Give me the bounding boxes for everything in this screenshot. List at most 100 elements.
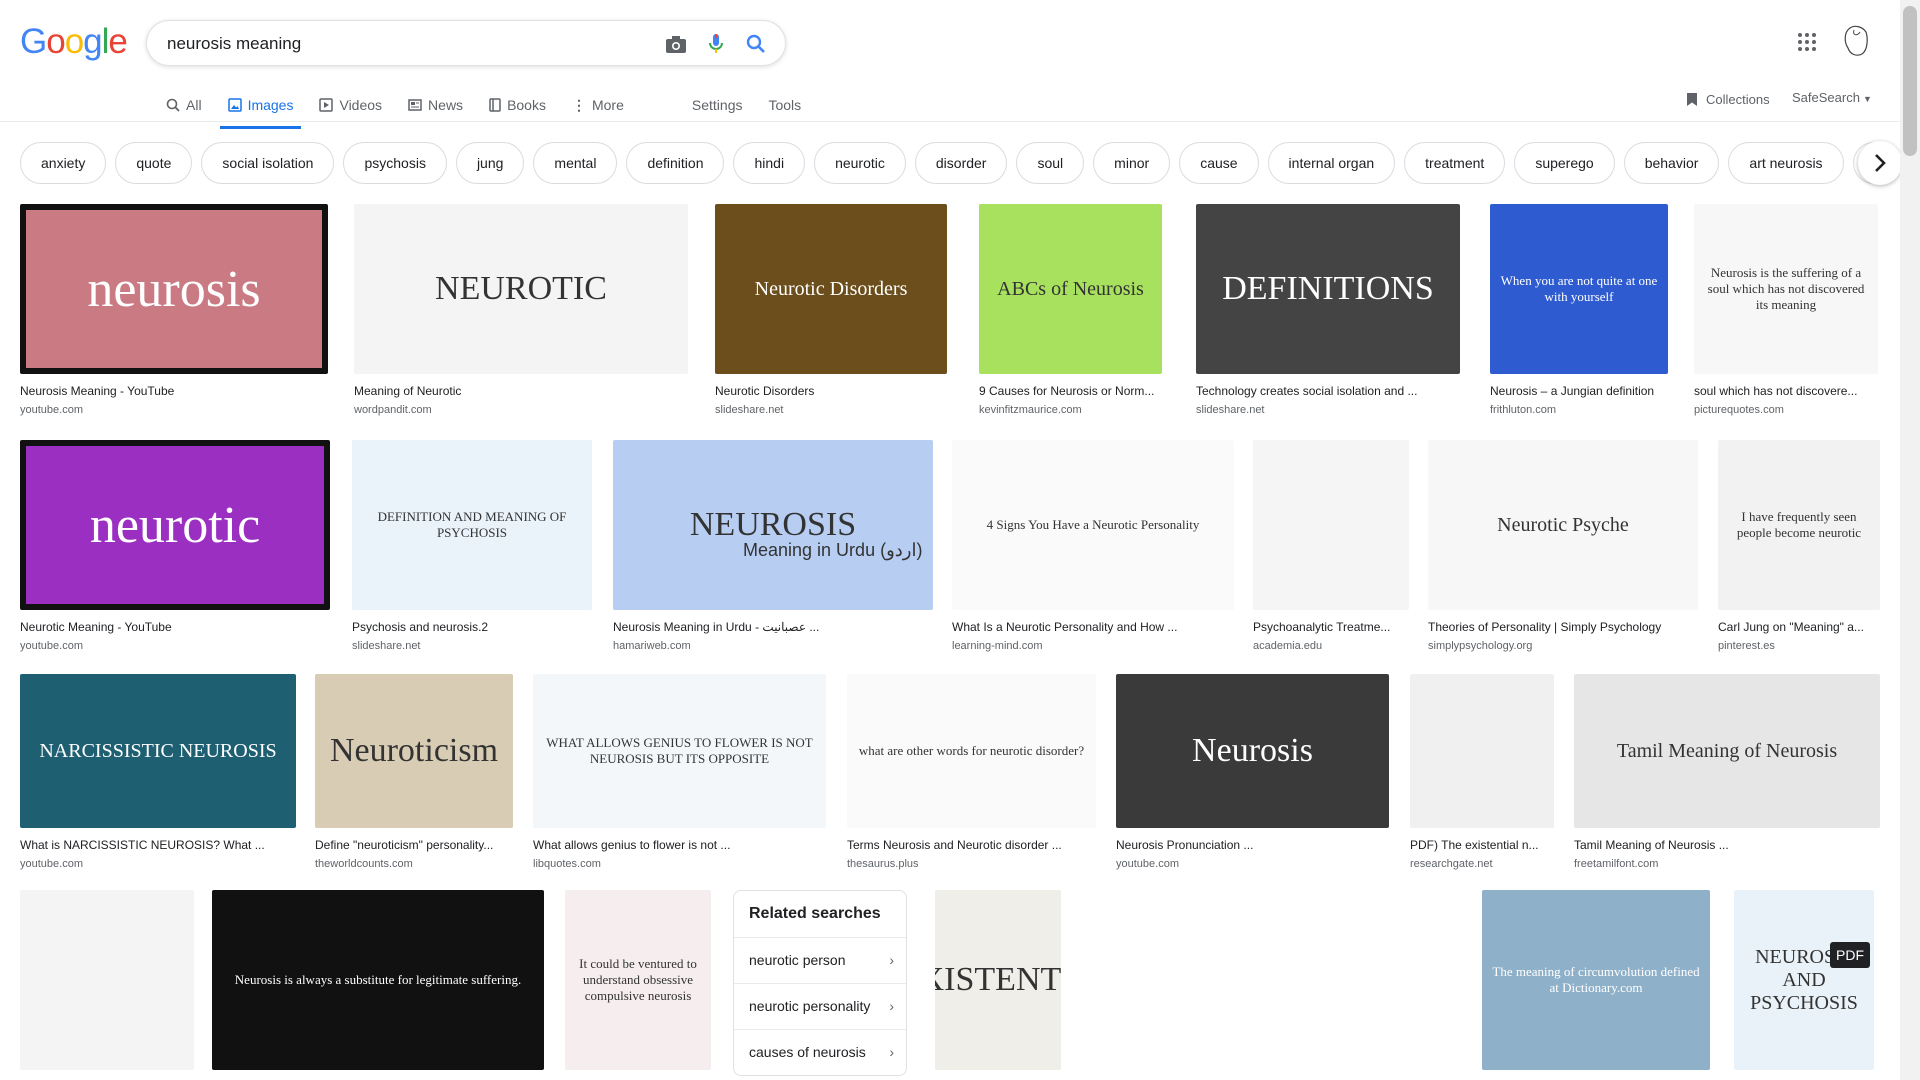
result-title[interactable]: soul which has not discovere... [1694,384,1878,398]
result-source: simplypsychology.org [1428,640,1533,652]
result-title[interactable]: Theories of Personality | Simply Psychol… [1428,620,1698,634]
chip-internal-organ[interactable]: internal organ [1267,142,1396,184]
result-thumbnail[interactable]: The meaning of circumvolution defined at… [1482,890,1710,1070]
tab-tools[interactable]: Tools [768,90,801,120]
result-thumbnail[interactable]: NARCISSISTIC NEUROSIS [20,674,296,828]
chip-neurotic[interactable]: neurotic [814,142,906,184]
result-thumbnail[interactable]: 4 Signs You Have a Neurotic Personality [952,440,1234,610]
chip-treatment[interactable]: treatment [1404,142,1506,184]
tab-books[interactable]: Books [489,90,546,120]
result-thumbnail[interactable]: Neurosis is the suffering of a soul whic… [1694,204,1878,374]
result-source: youtube.com [1116,858,1179,870]
result-thumbnail[interactable]: When you are not quite at one with yours… [1490,204,1668,374]
tab-more[interactable]: ⋮ More [572,90,624,120]
result-title[interactable]: Terms Neurosis and Neurotic disorder ... [847,838,1096,852]
result-title[interactable]: Neurosis Pronunciation ... [1116,838,1389,852]
chip-cause[interactable]: cause [1179,142,1259,184]
result-title[interactable]: Tamil Meaning of Neurosis ... [1574,838,1880,852]
apps-grid-icon[interactable] [1795,30,1819,59]
search-input[interactable]: neurosis meaning [167,34,301,54]
result-title[interactable]: Psychosis and neurosis.2 [352,620,592,634]
result-thumbnail[interactable] [20,890,194,1070]
chip-minor[interactable]: minor [1093,142,1171,184]
chip-behavior[interactable]: behavior [1623,142,1720,184]
thumbnail-text: It could be ventured to understand obses… [579,956,697,1003]
result-thumbnail[interactable]: I have frequently seen people become neu… [1718,440,1880,610]
result-thumbnail[interactable]: EXISTENTIA [935,890,1061,1070]
chips-next-button[interactable] [1858,141,1902,185]
result-title[interactable]: Psychoanalytic Treatme... [1253,620,1409,634]
tab-news[interactable]: News [408,90,463,120]
logo-letter: e [108,22,127,61]
result-thumbnail[interactable]: Neurosis [1116,674,1389,828]
result-title[interactable]: Neurotic Meaning - YouTube [20,620,330,634]
result-thumbnail[interactable]: DEFINITIONS [1196,204,1460,374]
thumbnail-text: When you are not quite at one with yours… [1500,273,1658,304]
result-thumbnail[interactable]: NEUROSIS AND PSYCHOSIS PDF [1734,890,1874,1070]
related-search-label: neurotic personality [749,998,871,1014]
chip-anxiety[interactable]: anxiety [20,142,107,184]
chip-superego[interactable]: superego [1514,142,1615,184]
page-scrollbar[interactable] [1900,0,1920,1080]
result-thumbnail[interactable] [1253,440,1409,610]
chip-mental[interactable]: mental [533,142,618,184]
chip-definition[interactable]: definition [626,142,725,184]
related-search-item[interactable]: neurotic personality › [734,983,906,1029]
result-thumbnail[interactable]: DEFINITION AND MEANING OF PSYCHOSIS [352,440,592,610]
result-thumbnail[interactable]: what are other words for neurotic disord… [847,674,1096,828]
chip-psychosis[interactable]: psychosis [343,142,447,184]
search-box[interactable]: neurosis meaning [146,20,786,66]
avatar[interactable] [1840,24,1872,58]
result-thumbnail[interactable]: neurotic [20,440,330,610]
result-thumbnail[interactable] [1410,674,1554,828]
collections-link[interactable]: Collections [1686,90,1770,108]
result-thumbnail[interactable]: neurosis [20,204,328,374]
thumbnail-text: Neuroticism [329,732,499,769]
result-thumbnail[interactable] [1096,890,1460,1070]
result-thumbnail[interactable]: ABCs of Neurosis [979,204,1162,374]
result-title[interactable]: PDF) The existential n... [1410,838,1554,852]
result-title[interactable]: Meaning of Neurotic [354,384,688,398]
result-source: wordpandit.com [354,404,432,416]
result-title[interactable]: Neurosis – a Jungian definition [1490,384,1668,398]
related-search-item[interactable]: neurotic person › [734,937,906,983]
camera-icon[interactable] [663,31,689,57]
tab-settings[interactable]: Settings [692,90,743,120]
chip-disorder[interactable]: disorder [914,142,1008,184]
google-logo[interactable]: Google [20,22,128,62]
result-thumbnail[interactable]: Tamil Meaning of Neurosis [1574,674,1880,828]
result-title[interactable]: Neurosis Meaning in Urdu - عصبانیت ... [613,620,933,634]
result-title[interactable]: 9 Causes for Neurosis or Norm... [979,384,1162,398]
chip-art-neurosis[interactable]: art neurosis [1728,142,1844,184]
tab-all[interactable]: All [166,90,202,120]
result-thumbnail[interactable]: NEUROSIS Meaning in Urdu (اردو) [613,440,933,610]
search-icon[interactable] [743,31,769,57]
result-title[interactable]: Neurosis Meaning - YouTube [20,384,328,398]
tab-videos[interactable]: Videos [319,90,382,120]
safesearch-menu[interactable]: SafeSearch ▼ [1792,90,1872,105]
result-thumbnail[interactable]: Neurosis is always a substitute for legi… [212,890,544,1070]
related-search-item[interactable]: causes of neurosis › [734,1029,906,1075]
result-title[interactable]: What is NARCISSISTIC NEUROSIS? What ... [20,838,296,852]
result-thumbnail[interactable]: Neurotic Disorders [715,204,947,374]
chip-soul[interactable]: soul [1016,142,1085,184]
result-title[interactable]: What Is a Neurotic Personality and How .… [952,620,1234,634]
result-thumbnail[interactable]: It could be ventured to understand obses… [565,890,711,1070]
chip-jung[interactable]: jung [455,142,525,184]
result-thumbnail[interactable]: Neurotic Psyche [1428,440,1698,610]
chip-hindi[interactable]: hindi [733,142,806,184]
result-title[interactable]: Technology creates social isolation and … [1196,384,1460,398]
chip-social-isolation[interactable]: social isolation [201,142,335,184]
safesearch-label: SafeSearch [1792,90,1860,105]
tab-images[interactable]: Images [219,90,302,129]
result-thumbnail[interactable]: Neuroticism [315,674,513,828]
chip-quote[interactable]: quote [115,142,193,184]
result-thumbnail[interactable]: NEUROTIC [354,204,688,374]
result-title[interactable]: Neurotic Disorders [715,384,947,398]
result-title[interactable]: Carl Jung on "Meaning" a... [1718,620,1880,634]
result-title[interactable]: What allows genius to flower is not ... [533,838,826,852]
result-title[interactable]: Define "neuroticism" personality... [315,838,513,852]
result-thumbnail[interactable]: WHAT ALLOWS GENIUS TO FLOWER IS NOT NEUR… [533,674,826,828]
scrollbar-thumb[interactable] [1903,6,1917,156]
microphone-icon[interactable] [703,31,729,57]
